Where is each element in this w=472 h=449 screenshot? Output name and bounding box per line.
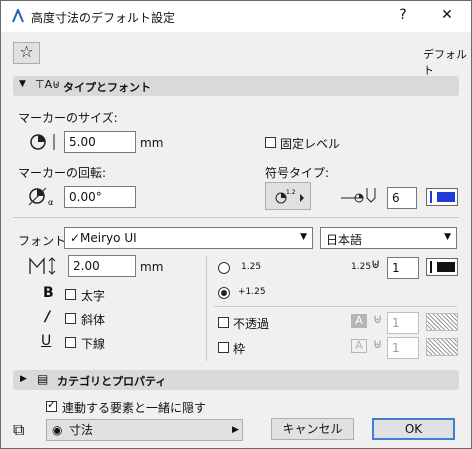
vertical-divider (206, 256, 207, 361)
section-expand-icon: ▼ (19, 79, 26, 89)
anchor-radio-1-label: 1.25 (241, 262, 262, 272)
text-size-unit: mm (140, 260, 164, 274)
language-dropdown[interactable]: 日本語 ▼ (320, 227, 457, 249)
text-pen-input[interactable]: 1 (387, 257, 419, 279)
marker-size-icon (30, 134, 55, 150)
symbol-type-button[interactable]: 1.2 (265, 182, 311, 210)
fixed-level-label: 固定レベル (280, 137, 341, 151)
default-label: デフォルト (423, 48, 467, 77)
underline-label: 下線 (81, 337, 106, 351)
chevron-right-icon: ▶ (232, 425, 239, 435)
pen-icon: ⊎ (373, 337, 383, 352)
symbol-type-label: 符号タイプ: (265, 166, 330, 180)
category-section-title: カテゴリとプロパティ (57, 375, 167, 388)
underline-checkbox[interactable] (65, 337, 76, 348)
opaque-color-swatch[interactable] (426, 313, 458, 331)
frame-color-swatch[interactable] (426, 338, 458, 356)
text-pen-label: 1.25 (351, 262, 372, 272)
type-font-section-header[interactable]: ▼ ⊤A⊎ タイプとフォント (13, 76, 459, 96)
italic-icon: / (45, 309, 51, 325)
underline-icon: U (41, 333, 52, 349)
background-fill-icon: A (351, 314, 367, 328)
layer-dropdown[interactable]: ◉ 寸法 ▶ (46, 419, 243, 441)
document-icon: ▤ (37, 372, 49, 386)
svg-text:1.2: 1.2 (286, 189, 296, 196)
help-button[interactable]: ? (395, 7, 411, 23)
bold-checkbox[interactable] (65, 289, 76, 300)
text-pen-color-swatch[interactable] (426, 258, 458, 276)
title-bar: 高度寸法のデフォルト設定 ? ✕ (1, 1, 471, 32)
italic-label: 斜体 (81, 313, 106, 327)
ok-button[interactable]: OK (372, 418, 455, 440)
chevron-down-icon: ▼ (444, 232, 451, 242)
font-value: ✓Meiryo UI (70, 231, 137, 245)
bold-icon: B (43, 285, 54, 301)
marker-size-label: マーカーのサイズ: (18, 111, 118, 125)
frame-pen-input[interactable]: 1 (387, 337, 419, 359)
language-value: 日本語 (326, 233, 363, 247)
marker-size-unit: mm (140, 136, 164, 150)
chevron-down-icon: ▼ (300, 232, 307, 242)
opaque-checkbox[interactable] (218, 317, 229, 328)
divider (13, 217, 459, 218)
symbol-type-icon: 1.2 (275, 189, 304, 204)
type-font-section-title: タイプとフォント (63, 81, 151, 94)
cancel-button[interactable]: キャンセル (271, 418, 354, 440)
anchor-radio-2[interactable] (218, 287, 230, 299)
close-button[interactable]: ✕ (439, 7, 455, 23)
category-section-header[interactable]: ▶ ▤ カテゴリとプロパティ (13, 370, 459, 390)
hide-with-element-checkbox[interactable] (46, 398, 57, 412)
symbol-pen-input[interactable]: 6 (387, 187, 417, 209)
fixed-level-checkbox[interactable] (265, 137, 276, 148)
dialog-window: 高度寸法のデフォルト設定 ? ✕ ☆ デフォルト ▼ ⊤A⊎ タイプとフォント … (0, 0, 472, 449)
layer-value: 寸法 (69, 423, 94, 437)
text-size-input[interactable]: 2.00 (68, 255, 136, 277)
section-collapse-icon: ▶ (20, 374, 27, 384)
window-title: 高度寸法のデフォルト設定 (31, 11, 176, 25)
symbol-pen-color-swatch[interactable] (426, 188, 458, 206)
italic-checkbox[interactable] (65, 313, 76, 324)
opaque-label: 不透過 (233, 317, 270, 331)
opaque-pen-input[interactable]: 1 (387, 312, 419, 334)
divider (214, 306, 457, 307)
hide-with-element-label: 連動する要素と一緒に隠す (62, 401, 207, 415)
marker-size-input[interactable]: 5.00 (64, 131, 136, 153)
marker-rotation-input[interactable]: 0.00° (64, 186, 136, 208)
font-label: フォント: (18, 234, 71, 248)
favorites-star-button[interactable]: ☆ (13, 42, 40, 64)
text-pen-icon: ⊎ (371, 257, 381, 272)
svg-text:α: α (48, 198, 53, 207)
frame-text-icon: A (351, 339, 367, 353)
frame-label: 枠 (233, 342, 246, 356)
font-dropdown[interactable]: ✓Meiryo UI ▼ (64, 227, 313, 249)
pen-icon: ⊎ (373, 312, 383, 327)
anchor-radio-2-label: +1.25 (238, 287, 266, 297)
marker-rotation-label: マーカーの回転: (18, 166, 107, 180)
text-size-icon (29, 257, 56, 275)
layer-icon: ⧉ (13, 420, 25, 439)
eye-icon: ◉ (52, 423, 63, 437)
anchor-radio-1[interactable] (218, 262, 230, 274)
text-type-icon: ⊤A⊎ (35, 78, 61, 91)
archicad-icon (12, 9, 24, 23)
bold-label: 太字 (81, 289, 106, 303)
marker-rotation-icon: α (28, 187, 53, 207)
frame-checkbox[interactable] (218, 342, 229, 353)
level-marker-icon (341, 188, 376, 203)
